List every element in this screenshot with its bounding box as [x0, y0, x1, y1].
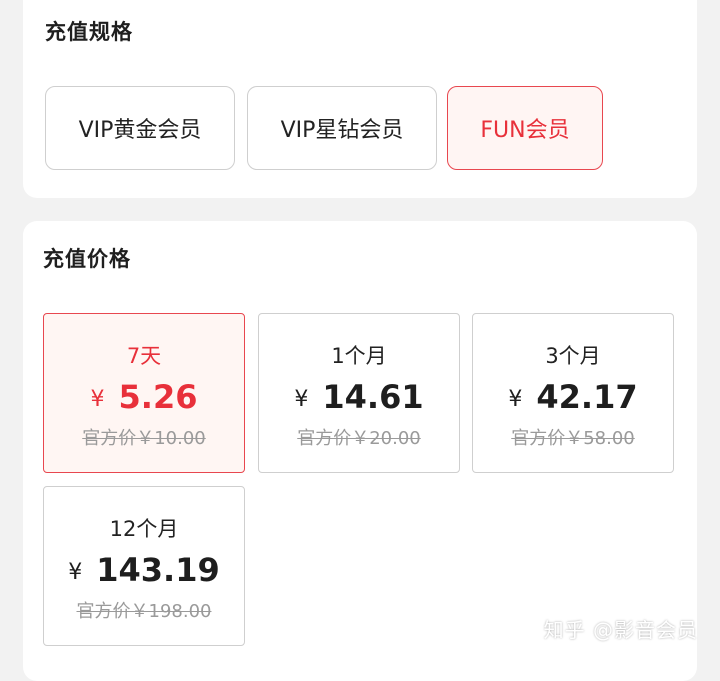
- currency-symbol: ¥: [90, 387, 105, 412]
- price-option-price-row: ¥42.17: [473, 378, 673, 416]
- price-option-12-months[interactable]: 12个月 ¥143.19 官方价￥198.00: [43, 486, 245, 646]
- price-option-duration: 7天: [126, 344, 162, 368]
- currency-symbol: ¥: [68, 560, 83, 585]
- price-option-7-days[interactable]: 7天 ¥5.26 官方价￥10.00: [43, 313, 245, 473]
- price-option-price-row: ¥5.26: [44, 378, 244, 416]
- spec-option-label: FUN会员: [480, 118, 570, 143]
- official-price: 官方价￥198.00: [76, 601, 212, 622]
- watermark: 知乎 @影音会员: [543, 618, 698, 642]
- spec-option-vip-diamond[interactable]: VIP星钻会员: [247, 86, 437, 170]
- price-section-title: 充值价格: [43, 247, 131, 271]
- price-option-duration: 12个月: [109, 517, 179, 541]
- price-option-price-row: ¥14.61: [259, 378, 459, 416]
- price-option-duration: 3个月: [545, 344, 601, 368]
- official-price: 官方价￥58.00: [511, 428, 635, 449]
- official-price: 官方价￥20.00: [297, 428, 421, 449]
- spec-option-label: VIP星钻会员: [280, 118, 404, 143]
- official-price: 官方价￥10.00: [82, 428, 206, 449]
- price-option-price-row: ¥143.19: [44, 551, 244, 589]
- price-amount: 5.26: [118, 378, 198, 416]
- price-amount: 143.19: [96, 551, 220, 589]
- spec-option-label: VIP黄金会员: [78, 118, 202, 143]
- price-amount: 42.17: [536, 378, 638, 416]
- currency-symbol: ¥: [294, 387, 309, 412]
- spec-option-fun[interactable]: FUN会员: [447, 86, 603, 170]
- price-option-1-month[interactable]: 1个月 ¥14.61 官方价￥20.00: [258, 313, 460, 473]
- currency-symbol: ¥: [508, 387, 523, 412]
- spec-section-title: 充值规格: [45, 20, 133, 44]
- price-option-duration: 1个月: [331, 344, 387, 368]
- price-amount: 14.61: [322, 378, 424, 416]
- price-option-3-months[interactable]: 3个月 ¥42.17 官方价￥58.00: [472, 313, 674, 473]
- spec-option-vip-gold[interactable]: VIP黄金会员: [45, 86, 235, 170]
